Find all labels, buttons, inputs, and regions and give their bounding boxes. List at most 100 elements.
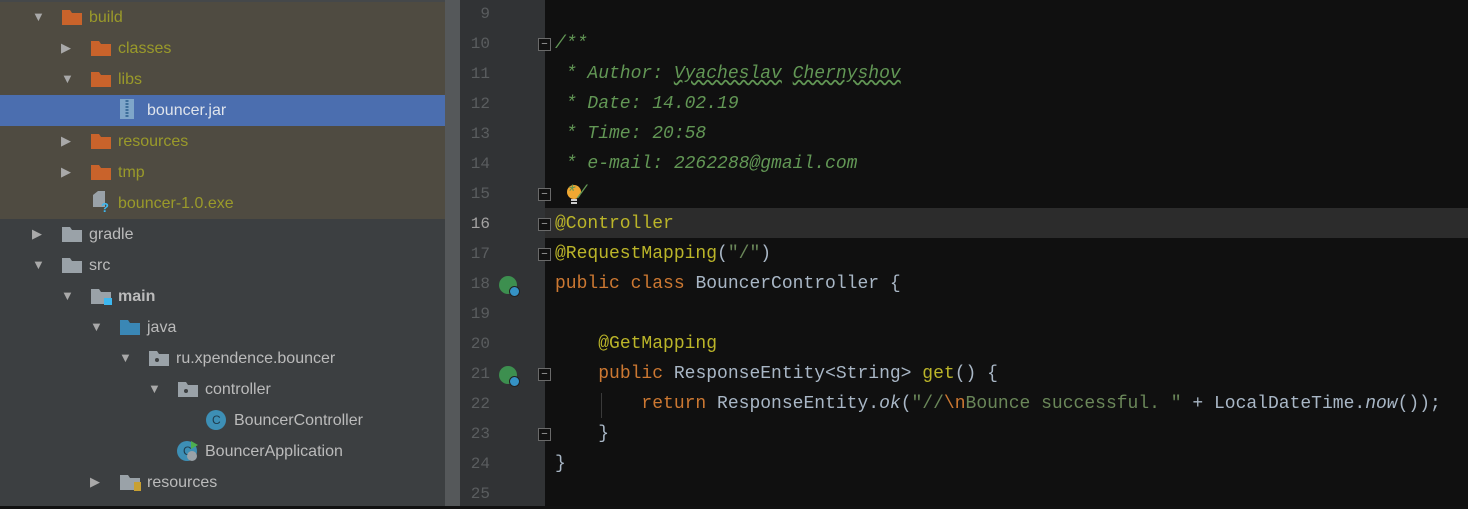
- code-line: @Controller: [555, 209, 674, 239]
- fold-collapse-icon[interactable]: −: [538, 38, 551, 51]
- line-number: 14: [470, 155, 490, 173]
- spring-bean-icon[interactable]: [499, 276, 520, 297]
- line-number: 15: [470, 185, 490, 203]
- code-token: (: [900, 394, 912, 414]
- code-token: now: [1365, 394, 1398, 414]
- fold-end-icon[interactable]: −: [538, 248, 551, 261]
- code-token: */: [555, 184, 588, 204]
- folder-orange-icon: [90, 39, 112, 57]
- code-token: Vyacheslav: [673, 64, 782, 84]
- tree-item[interactable]: ▶ gradle: [0, 219, 445, 250]
- tree-item[interactable]: bouncer.jar: [0, 95, 445, 126]
- tree-item[interactable]: C BouncerApplication: [0, 436, 445, 467]
- code-line: @RequestMapping("/"): [555, 239, 771, 269]
- tree-item-label: classes: [118, 39, 172, 57]
- code-token: public class: [555, 274, 696, 294]
- tree-item-label: controller: [205, 380, 271, 398]
- collapse-arrow-icon[interactable]: ▶: [61, 164, 77, 180]
- tree-item-label: build: [89, 8, 123, 26]
- code-token: () {: [954, 364, 998, 384]
- spring-web-mapping-icon[interactable]: [499, 366, 520, 387]
- line-number: 9: [480, 5, 490, 23]
- unknown-file-icon: ?: [90, 191, 112, 215]
- code-token: + LocalDateTime.: [1181, 394, 1366, 414]
- collapse-arrow-icon[interactable]: ▶: [61, 133, 77, 149]
- code-token: Bounce successful. ": [965, 394, 1182, 414]
- tree-item-label: resources: [147, 473, 218, 491]
- code-line: */: [555, 179, 588, 209]
- code-line: }: [555, 449, 566, 479]
- tree-item[interactable]: ▼ build: [0, 2, 445, 33]
- line-number: 17: [470, 245, 490, 263]
- collapse-arrow-icon[interactable]: ▶: [90, 474, 106, 490]
- class-icon: C: [206, 409, 228, 430]
- fold-collapse-icon[interactable]: −: [538, 368, 551, 381]
- collapse-arrow-icon[interactable]: ▶: [61, 40, 77, 56]
- line-number: 10: [470, 35, 490, 53]
- tree-item[interactable]: ▶ classes: [0, 33, 445, 64]
- tree-item[interactable]: ▼ src: [0, 250, 445, 281]
- line-number: 13: [470, 125, 490, 143]
- fold-collapse-icon[interactable]: −: [538, 218, 551, 231]
- fold-end-icon[interactable]: −: [538, 428, 551, 441]
- folder-orange-icon: [90, 163, 112, 181]
- code-token: }: [555, 454, 566, 474]
- expand-arrow-icon[interactable]: ▼: [90, 319, 106, 335]
- line-number: 20: [470, 335, 490, 353]
- tree-item[interactable]: ▶ resources: [0, 467, 445, 498]
- expand-arrow-icon[interactable]: ▼: [119, 350, 135, 366]
- expand-arrow-icon[interactable]: ▼: [148, 381, 164, 397]
- code-line: * Time: 20:58: [555, 119, 706, 149]
- tree-item-label: java: [147, 318, 177, 336]
- code-token: public: [598, 364, 674, 384]
- code-token: * Time: 20:58: [555, 124, 707, 144]
- code-token: @Controller: [555, 214, 674, 234]
- line-number: 25: [470, 485, 490, 503]
- tree-item-label: bouncer-1.0.exe: [118, 194, 234, 212]
- code-line: /**: [555, 29, 587, 59]
- code-line: return ResponseEntity.ok("//\nBounce suc…: [555, 389, 1440, 419]
- fold-end-icon[interactable]: −: [538, 188, 551, 201]
- code-token: ResponseEntity<String>: [673, 364, 923, 384]
- expand-arrow-icon[interactable]: ▼: [61, 288, 77, 304]
- tree-item-label: bouncer.jar: [147, 101, 227, 119]
- folder-gray-icon: [61, 256, 83, 274]
- svg-text:C: C: [212, 413, 221, 427]
- expand-arrow-icon[interactable]: ▼: [32, 257, 48, 273]
- expand-arrow-icon[interactable]: ▼: [61, 71, 77, 87]
- expand-arrow-icon[interactable]: ▼: [32, 9, 48, 25]
- svg-text:?: ?: [101, 200, 109, 213]
- code-token: (: [717, 244, 728, 264]
- code-token: "//: [911, 394, 944, 414]
- tree-item[interactable]: ▼ java: [0, 312, 445, 343]
- code-line: public class BouncerController {: [555, 269, 901, 299]
- tree-item[interactable]: ▶ resources: [0, 126, 445, 157]
- tree-item-label: tmp: [118, 163, 145, 181]
- line-number: 23: [470, 425, 490, 443]
- tree-item-label: ru.xpendence.bouncer: [176, 349, 336, 367]
- folder-resources-icon: [119, 473, 141, 491]
- tree-scrollbar[interactable]: [445, 0, 460, 506]
- tree-item-label: gradle: [89, 225, 134, 243]
- tree-item[interactable]: C BouncerController: [0, 405, 445, 436]
- collapse-arrow-icon[interactable]: ▶: [32, 226, 48, 242]
- package-icon: [177, 380, 199, 398]
- code-token: return: [641, 394, 718, 414]
- line-number: 11: [470, 65, 490, 83]
- tree-item-label: resources: [118, 132, 189, 150]
- tree-item-label: BouncerController: [234, 411, 363, 429]
- line-number: 24: [470, 455, 490, 473]
- folder-orange-icon: [61, 8, 83, 26]
- code-line: public ResponseEntity<String> get() {: [555, 359, 998, 389]
- code-line: * Author: Vyacheslav Chernyshov: [555, 59, 901, 89]
- tree-item[interactable]: ▼ main: [0, 281, 445, 312]
- line-number: 12: [470, 95, 490, 113]
- tree-item[interactable]: ▶ tmp: [0, 157, 445, 188]
- tree-item[interactable]: ? bouncer-1.0.exe: [0, 188, 445, 219]
- code-token: ok: [879, 394, 901, 414]
- tree-item[interactable]: ▼ controller: [0, 374, 445, 405]
- line-number: 16: [470, 215, 490, 233]
- tree-item[interactable]: ▼ ru.xpendence.bouncer: [0, 343, 445, 374]
- tree-item[interactable]: ▼ libs: [0, 64, 445, 95]
